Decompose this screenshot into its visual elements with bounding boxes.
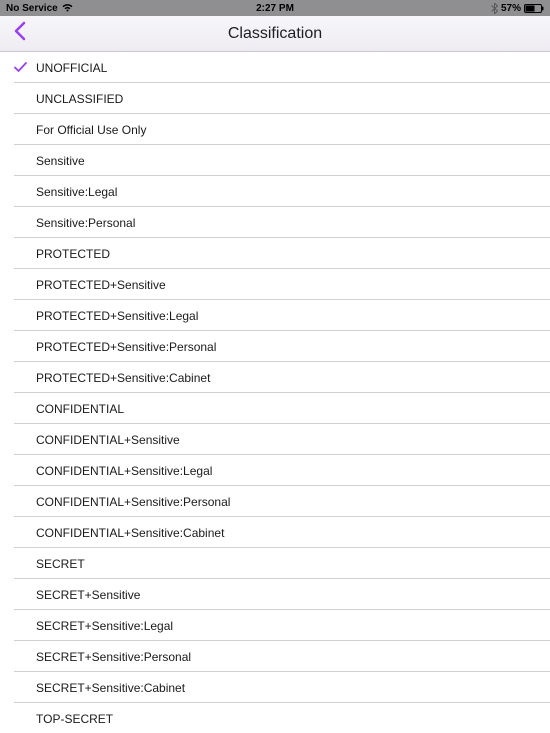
checkmark-icon — [14, 62, 36, 73]
list-item[interactable]: PROTECTED+Sensitive:Cabinet — [0, 362, 550, 393]
bluetooth-icon — [491, 3, 498, 14]
list-item-label: PROTECTED — [36, 247, 110, 261]
list-item-label: SECRET+Sensitive — [36, 588, 140, 602]
list-item-label: UNOFFICIAL — [36, 61, 107, 75]
list-item[interactable]: CONFIDENTIAL+Sensitive:Cabinet — [0, 517, 550, 548]
list-item-label: CONFIDENTIAL+Sensitive:Personal — [36, 495, 230, 509]
list-item-label: CONFIDENTIAL+Sensitive — [36, 433, 180, 447]
carrier-label: No Service — [6, 3, 58, 14]
list-item-label: Sensitive:Personal — [36, 216, 135, 230]
navigation-bar: Classification — [0, 16, 550, 52]
list-item[interactable]: PROTECTED+Sensitive — [0, 269, 550, 300]
back-button[interactable] — [2, 16, 38, 52]
list-item-label: CONFIDENTIAL — [36, 402, 124, 416]
list-item[interactable]: CONFIDENTIAL+Sensitive — [0, 424, 550, 455]
list-item-label: TOP-SECRET — [36, 712, 113, 726]
list-item[interactable]: Sensitive:Legal — [0, 176, 550, 207]
battery-icon — [524, 4, 544, 13]
list-item[interactable]: UNCLASSIFIED — [0, 83, 550, 114]
list-item[interactable]: CONFIDENTIAL+Sensitive:Personal — [0, 486, 550, 517]
battery-percent-label: 57% — [501, 3, 521, 14]
list-item-label: PROTECTED+Sensitive:Personal — [36, 340, 216, 354]
classification-list[interactable]: UNOFFICIAL UNCLASSIFIED For Official Use O… — [0, 52, 550, 733]
list-item-label: SECRET+Sensitive:Legal — [36, 619, 173, 633]
list-item[interactable]: Sensitive:Personal — [0, 207, 550, 238]
status-bar: No Service 2:27 PM 57% — [0, 0, 550, 16]
list-item[interactable]: CONFIDENTIAL — [0, 393, 550, 424]
list-item[interactable]: SECRET+Sensitive — [0, 579, 550, 610]
list-item-label: SECRET+Sensitive:Cabinet — [36, 681, 185, 695]
list-item[interactable]: PROTECTED+Sensitive:Legal — [0, 300, 550, 331]
list-item-label: SECRET+Sensitive:Personal — [36, 650, 191, 664]
list-item-label: CONFIDENTIAL+Sensitive:Cabinet — [36, 526, 224, 540]
list-item[interactable]: TOP-SECRET — [0, 703, 550, 733]
wifi-icon — [62, 4, 73, 12]
list-item-label: CONFIDENTIAL+Sensitive:Legal — [36, 464, 212, 478]
list-item-label: SECRET — [36, 557, 85, 571]
clock-label: 2:27 PM — [256, 3, 294, 14]
list-item[interactable]: For Official Use Only — [0, 114, 550, 145]
list-item-label: PROTECTED+Sensitive — [36, 278, 166, 292]
list-item[interactable]: SECRET+Sensitive:Legal — [0, 610, 550, 641]
list-item[interactable]: SECRET+Sensitive:Personal — [0, 641, 550, 672]
page-title: Classification — [0, 25, 550, 43]
chevron-left-icon — [13, 21, 27, 46]
list-item[interactable]: SECRET — [0, 548, 550, 579]
list-item[interactable]: UNOFFICIAL — [0, 52, 550, 83]
list-item[interactable]: Sensitive — [0, 145, 550, 176]
list-item[interactable]: PROTECTED — [0, 238, 550, 269]
list-item-label: Sensitive — [36, 154, 85, 168]
list-item[interactable]: PROTECTED+Sensitive:Personal — [0, 331, 550, 362]
list-item-label: Sensitive:Legal — [36, 185, 117, 199]
list-item-label: PROTECTED+Sensitive:Legal — [36, 309, 198, 323]
list-item-label: For Official Use Only — [36, 123, 146, 137]
list-item[interactable]: CONFIDENTIAL+Sensitive:Legal — [0, 455, 550, 486]
list-item[interactable]: SECRET+Sensitive:Cabinet — [0, 672, 550, 703]
list-item-label: PROTECTED+Sensitive:Cabinet — [36, 371, 210, 385]
list-item-label: UNCLASSIFIED — [36, 92, 123, 106]
